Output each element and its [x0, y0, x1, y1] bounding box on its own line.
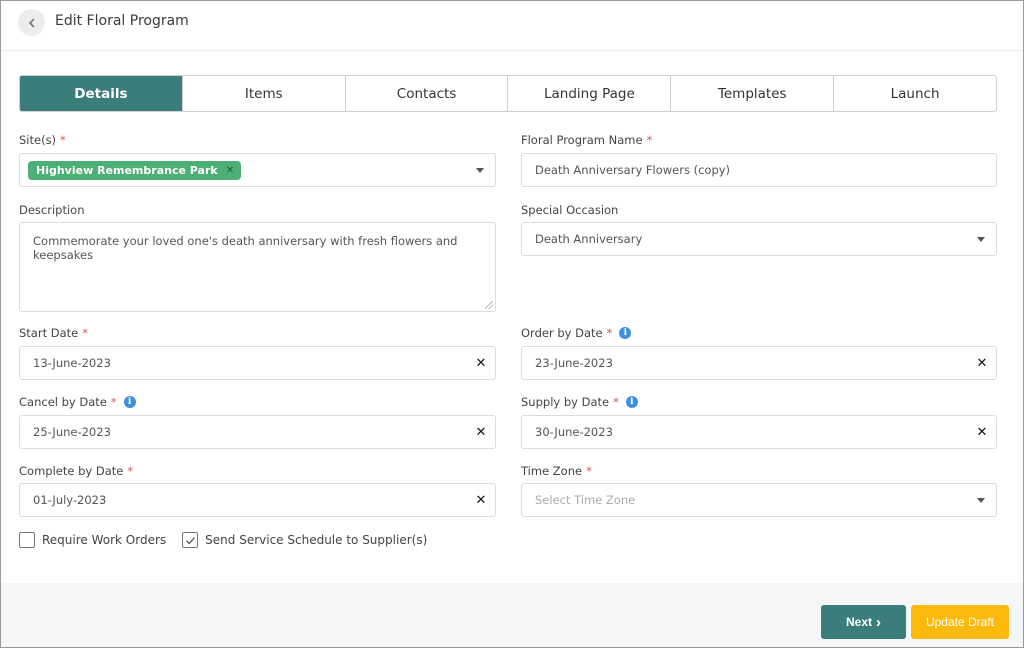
chevron-down-icon[interactable]	[476, 167, 484, 173]
info-icon[interactable]: i	[123, 396, 136, 408]
order-by-date-label: Order by Date * i	[521, 326, 632, 340]
page-title: Edit Floral Program	[55, 13, 189, 29]
required-marker: *	[586, 464, 592, 478]
clear-icon[interactable]: ✕	[467, 493, 495, 508]
page-header: Edit Floral Program	[1, 1, 1023, 51]
program-name-label: Floral Program Name *	[521, 133, 653, 147]
clear-icon[interactable]: ✕	[467, 425, 495, 440]
clear-icon[interactable]: ✕	[968, 356, 996, 371]
required-marker: *	[613, 395, 619, 409]
next-button[interactable]: Next ›	[821, 605, 906, 639]
back-button[interactable]	[18, 9, 45, 36]
description-textarea[interactable]: Commemorate your loved one's death anniv…	[19, 222, 496, 312]
tab-details[interactable]: Details	[20, 76, 183, 111]
tab-landing-page[interactable]: Landing Page	[508, 76, 672, 111]
checkbox-row: Require Work Orders Send Service Schedul…	[19, 532, 427, 548]
chevron-right-icon: ›	[876, 613, 881, 631]
program-name-input[interactable]: Death Anniversary Flowers (copy)	[521, 153, 997, 187]
description-label: Description	[19, 203, 85, 217]
cancel-by-date-label: Cancel by Date * i	[19, 395, 136, 409]
sites-label: Site(s) *	[19, 133, 66, 147]
remove-chip-icon[interactable]: ✕	[226, 165, 234, 176]
supply-by-date-label: Supply by Date * i	[521, 395, 638, 409]
cancel-by-date-input[interactable]: 25-June-2023 ✕	[19, 415, 496, 449]
supply-by-date-input[interactable]: 30-June-2023 ✕	[521, 415, 997, 449]
required-marker: *	[110, 395, 117, 409]
time-zone-label: Time Zone *	[521, 464, 592, 478]
required-marker: *	[60, 133, 66, 147]
required-marker: *	[606, 326, 613, 340]
time-zone-select[interactable]: Select Time Zone	[521, 483, 997, 517]
resize-handle[interactable]	[485, 301, 493, 309]
clear-icon[interactable]: ✕	[467, 356, 495, 371]
complete-by-date-input[interactable]: 01-July-2023 ✕	[19, 483, 496, 517]
update-draft-button[interactable]: Update Draft	[911, 605, 1009, 639]
tab-templates[interactable]: Templates	[671, 76, 835, 111]
info-icon[interactable]: i	[619, 327, 632, 339]
tab-items[interactable]: Items	[182, 76, 346, 111]
checkmark-icon	[185, 536, 195, 544]
tab-bar: Details Items Contacts Landing Page Temp…	[19, 75, 997, 112]
require-work-orders-checkbox[interactable]: Require Work Orders	[19, 532, 166, 548]
clear-icon[interactable]: ✕	[968, 425, 996, 440]
chevron-down-icon	[977, 497, 985, 503]
sites-multiselect[interactable]: Highview Remembrance Park ✕	[19, 153, 496, 187]
order-by-date-input[interactable]: 23-June-2023 ✕	[521, 346, 997, 380]
complete-by-date-label: Complete by Date *	[19, 464, 134, 478]
required-marker: *	[82, 326, 88, 340]
start-date-input[interactable]: 13-June-2023 ✕	[19, 346, 496, 380]
tab-launch[interactable]: Launch	[834, 76, 996, 111]
tab-contacts[interactable]: Contacts	[345, 76, 509, 111]
required-marker: *	[646, 133, 653, 147]
chevron-left-icon	[28, 18, 34, 27]
checkbox-box[interactable]	[182, 532, 199, 548]
special-occasion-select[interactable]: Death Anniversary	[521, 222, 997, 256]
site-chip: Highview Remembrance Park ✕	[28, 160, 242, 180]
special-occasion-label: Special Occasion	[521, 203, 619, 217]
info-icon[interactable]: i	[625, 396, 638, 408]
chevron-down-icon	[977, 236, 985, 242]
required-marker: *	[127, 464, 134, 478]
start-date-label: Start Date *	[19, 326, 88, 340]
send-service-schedule-checkbox[interactable]: Send Service Schedule to Supplier(s)	[182, 532, 427, 548]
app-window: Edit Floral Program Details Items Contac…	[0, 0, 1024, 648]
checkbox-box[interactable]	[19, 532, 35, 548]
